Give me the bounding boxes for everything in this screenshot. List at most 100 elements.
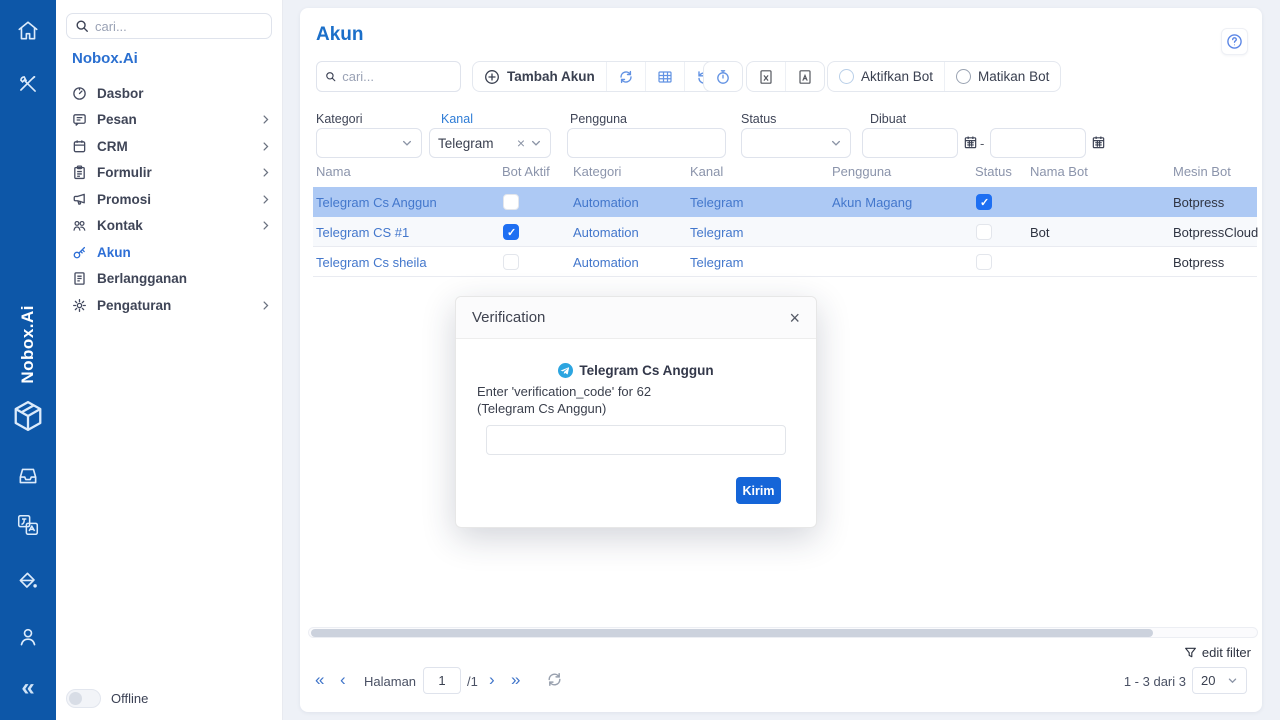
toggle-knob — [69, 692, 82, 705]
bot-aktif-checkbox[interactable] — [503, 254, 519, 270]
plus-circle-icon — [484, 69, 500, 85]
sidebar-item-pesan[interactable]: Pesan — [56, 107, 283, 134]
export-pdf-button[interactable] — [785, 62, 824, 91]
gauge-icon — [72, 86, 87, 101]
filter-date-from-input[interactable] — [862, 128, 958, 158]
submit-button[interactable]: Kirim — [736, 477, 781, 504]
bot-aktif-checkbox[interactable] — [503, 224, 519, 240]
status-checkbox[interactable] — [976, 224, 992, 240]
filter-date-to-input[interactable] — [990, 128, 1086, 158]
radio-matikan-bot[interactable]: Matikan Bot — [944, 62, 1060, 91]
header-bot-aktif[interactable]: Bot Aktif — [502, 164, 550, 179]
modal-account-line: Telegram Cs Anggun — [456, 363, 816, 378]
filter-pengguna-label: Pengguna — [570, 112, 627, 126]
filter-pengguna-input[interactable] — [567, 128, 726, 158]
reload-table-button[interactable] — [546, 671, 563, 688]
edit-filter-button[interactable]: edit filter — [1184, 645, 1251, 660]
history-button[interactable] — [704, 62, 742, 91]
filter-dibuat-label: Dibuat — [870, 112, 906, 126]
radio-icon — [956, 69, 971, 84]
search-icon — [325, 70, 336, 83]
sidebar-item-kontak[interactable]: Kontak — [56, 213, 283, 240]
status-checkbox[interactable] — [976, 194, 992, 210]
export-excel-button[interactable] — [747, 62, 785, 91]
header-nama-bot[interactable]: Nama Bot — [1030, 164, 1088, 179]
add-account-button[interactable]: Tambah Akun — [473, 62, 606, 91]
horizontal-scrollbar[interactable] — [308, 627, 1258, 638]
file-pdf-icon — [797, 69, 813, 85]
toolbar-export-group — [746, 61, 825, 92]
filter-status-select[interactable] — [741, 128, 851, 158]
calendar-icon — [72, 139, 87, 154]
paint-icon[interactable] — [16, 569, 40, 593]
close-icon[interactable]: × — [789, 309, 800, 327]
sidebar-item-pengaturan[interactable]: Pengaturan — [56, 292, 283, 319]
home-icon[interactable] — [16, 19, 40, 43]
filter-kategori-select[interactable] — [316, 128, 422, 158]
sidebar-item-formulir[interactable]: Formulir — [56, 160, 283, 187]
help-button[interactable] — [1221, 28, 1248, 55]
sidebar-menu: Dasbor Pesan CRM Formulir Promosi Kontak — [56, 80, 283, 319]
header-kategori[interactable]: Kategori — [573, 164, 621, 179]
status-checkbox[interactable] — [976, 254, 992, 270]
table-row[interactable]: Telegram Cs sheila Automation Telegram B… — [313, 247, 1257, 277]
table-search-input[interactable] — [342, 69, 452, 84]
funnel-icon — [1184, 646, 1197, 659]
sidebar-item-promosi[interactable]: Promosi — [56, 186, 283, 213]
sidebar: Nobox.Ai Dasbor Pesan CRM Formulir Promo… — [56, 0, 283, 720]
header-status[interactable]: Status — [975, 164, 1012, 179]
offline-control: Offline — [66, 689, 148, 708]
sidebar-item-berlangganan[interactable]: Berlangganan — [56, 266, 283, 293]
modal-header: Verification × — [456, 297, 816, 339]
sidebar-item-akun[interactable]: Akun — [56, 239, 283, 266]
verification-code-input[interactable] — [486, 425, 786, 455]
header-pengguna[interactable]: Pengguna — [832, 164, 891, 179]
table-columns-button[interactable] — [645, 62, 684, 91]
clear-icon[interactable]: × — [517, 135, 525, 151]
last-page-button[interactable]: » — [511, 669, 520, 691]
help-icon — [1226, 33, 1243, 50]
document-icon — [72, 271, 87, 286]
next-page-button[interactable]: › — [489, 669, 495, 691]
filter-status-label: Status — [741, 112, 776, 126]
translate-icon[interactable] — [16, 513, 40, 537]
filter-kanal-select[interactable]: Telegram × — [429, 128, 551, 158]
sidebar-search-input[interactable] — [95, 19, 263, 34]
user-icon[interactable] — [16, 625, 40, 649]
refresh-icon — [546, 671, 563, 688]
first-page-button[interactable]: « — [315, 669, 324, 691]
table-row[interactable]: Telegram CS #1 Automation Telegram Bot B… — [313, 217, 1257, 247]
modal-message-line1: Enter 'verification_code' for 62 — [477, 384, 807, 399]
pagination-bar: « ‹ Halaman /1 › » 1 - 3 dari 3 20 — [300, 666, 1262, 696]
clipboard-icon — [72, 165, 87, 180]
scrollbar-thumb[interactable] — [311, 629, 1153, 637]
header-nama[interactable]: Nama — [316, 164, 351, 179]
kanal-selected-value: Telegram — [438, 136, 517, 151]
prev-page-button[interactable]: ‹ — [340, 669, 346, 691]
gear-icon — [72, 298, 87, 313]
chevron-right-icon — [260, 300, 271, 311]
header-kanal[interactable]: Kanal — [690, 164, 723, 179]
bot-aktif-checkbox[interactable] — [503, 194, 519, 210]
sidebar-item-crm[interactable]: CRM — [56, 133, 283, 160]
radio-aktifkan-bot[interactable]: Aktifkan Bot — [828, 62, 944, 91]
offline-toggle[interactable] — [66, 689, 101, 708]
inbox-icon[interactable] — [16, 464, 40, 488]
page-size-select[interactable]: 20 — [1192, 667, 1247, 694]
sidebar-item-dasbor[interactable]: Dasbor — [56, 80, 283, 107]
page-number-input[interactable] — [423, 667, 461, 694]
calendar-icon[interactable] — [963, 135, 978, 150]
filter-kanal-label: Kanal — [441, 112, 473, 126]
date-range-separator: - — [980, 136, 984, 151]
collapse-icon[interactable]: « — [21, 676, 34, 700]
sidebar-search[interactable] — [66, 13, 272, 39]
header-mesin-bot[interactable]: Mesin Bot — [1173, 164, 1231, 179]
total-pages-label: /1 — [467, 674, 478, 689]
calendar-icon[interactable] — [1091, 135, 1106, 150]
table-search[interactable] — [316, 61, 461, 92]
sidebar-brand-title: Nobox.Ai — [72, 50, 138, 67]
refresh-button[interactable] — [606, 62, 645, 91]
package-icon[interactable] — [10, 398, 46, 434]
table-row[interactable]: Telegram Cs Anggun Automation Telegram A… — [313, 187, 1257, 217]
tools-icon[interactable] — [16, 72, 40, 96]
